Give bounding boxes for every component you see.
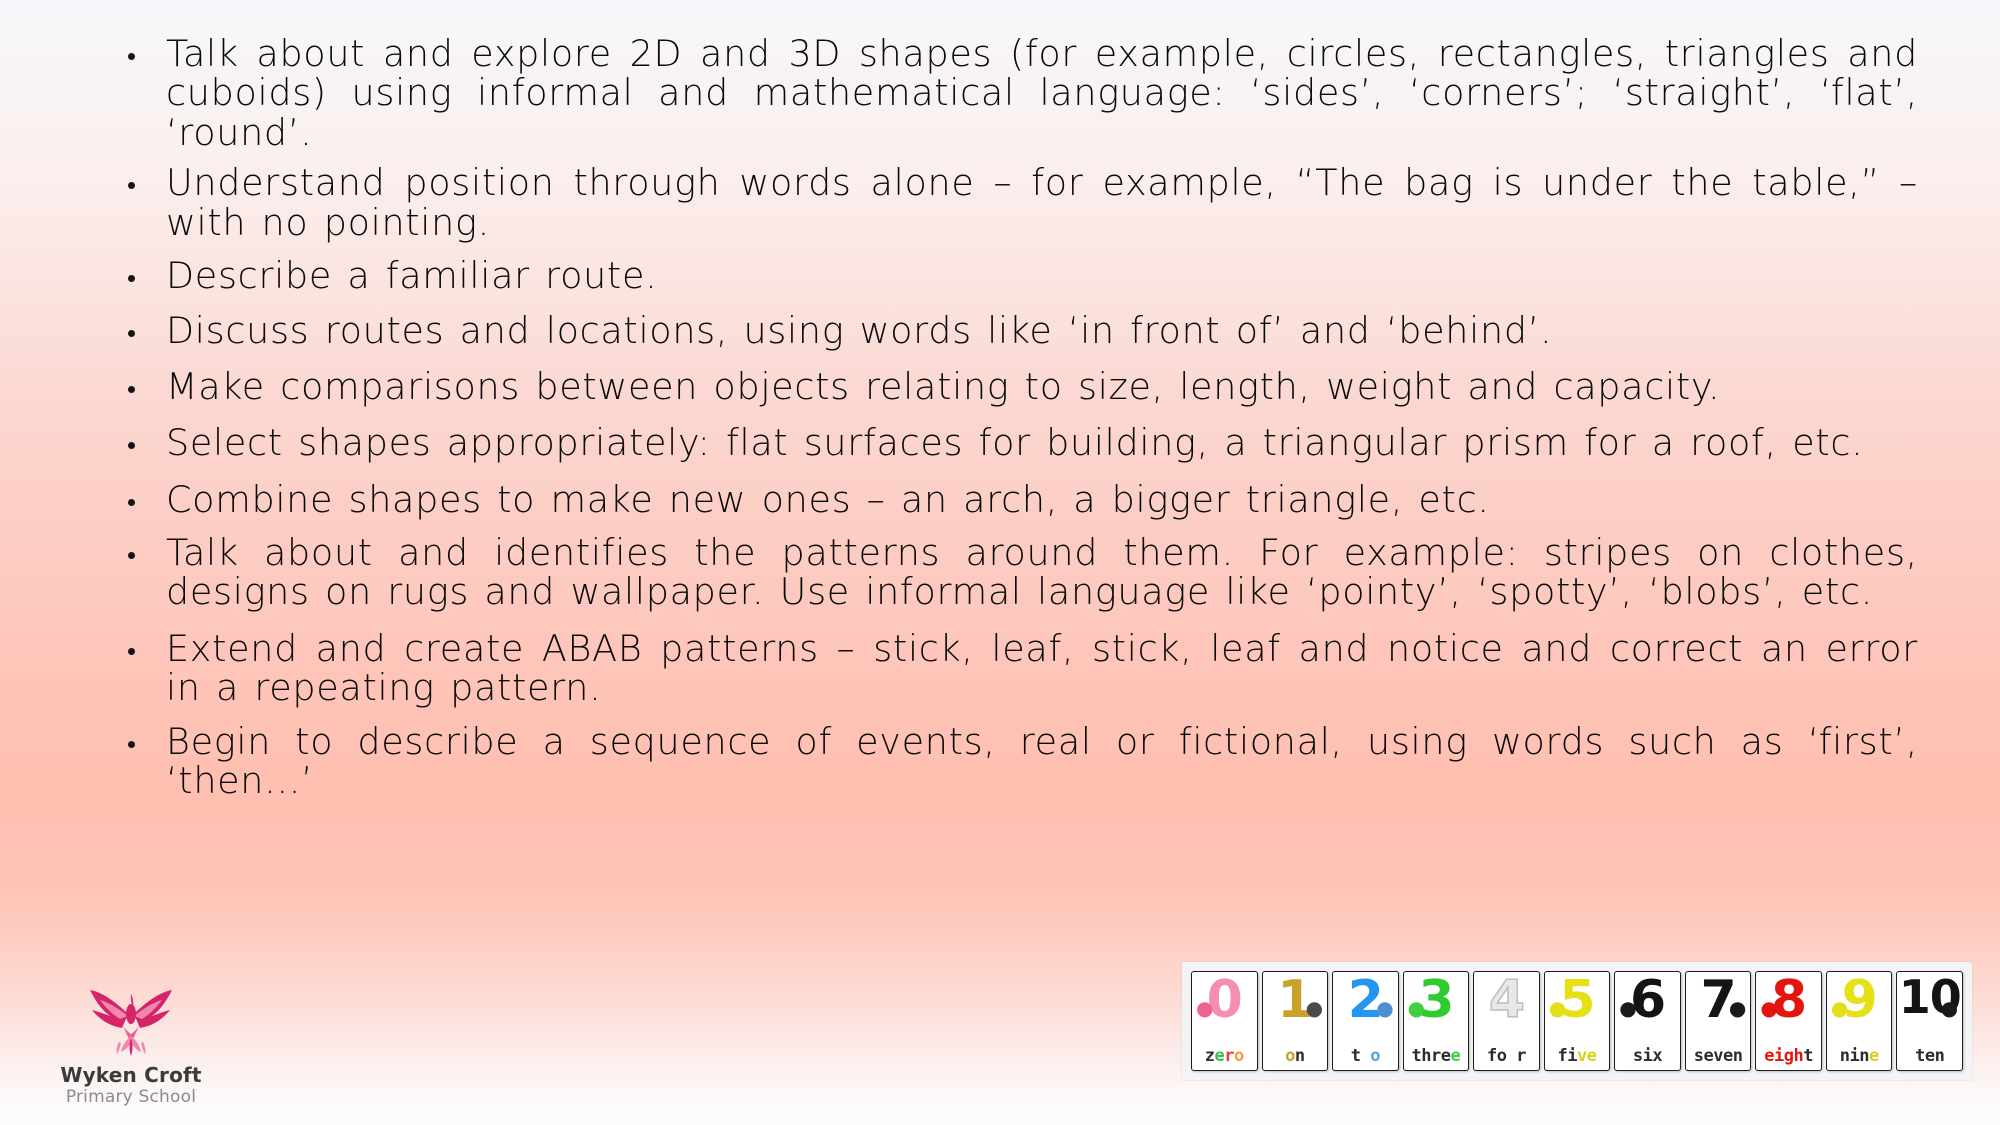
number-card-word: three	[1411, 1046, 1461, 1066]
bullet-dot-icon	[128, 647, 135, 655]
bullet-dot-icon	[128, 498, 135, 506]
number-card: 4 fo r	[1473, 971, 1540, 1071]
number-card-creature-icon: ●	[1548, 996, 1567, 1020]
bullet-dot-icon	[128, 275, 135, 282]
number-card-creature-icon: ●	[1830, 996, 1849, 1020]
list-item: Describe a familiar route.	[118, 256, 1918, 295]
number-card-creature-icon: ●	[1305, 996, 1324, 1020]
slide-canvas: Talk about and explore 2D and 3D shapes …	[0, 0, 2000, 1125]
bullet-dot-icon	[128, 330, 135, 338]
number-card-word: ten	[1915, 1046, 1945, 1066]
number-cards-image: 0 ● zero 1 ● on 2 ● t o 3 ● three 4 fo r 5 ● five 6 ● six 7 ●…	[1182, 962, 1972, 1080]
number-card: 8 ● eight	[1755, 971, 1822, 1071]
number-card-creature-icon: ●	[1619, 996, 1637, 1020]
bullet-list: Talk about and explore 2D and 3D shapes …	[118, 34, 1918, 815]
number-card-word: eight	[1764, 1046, 1814, 1066]
list-item-text: Discuss routes and locations, using word…	[166, 309, 1553, 353]
bullet-dot-icon	[128, 442, 135, 450]
list-item: Talk about and explore 2D and 3D shapes …	[118, 34, 1918, 152]
number-card: 6 ● six	[1614, 971, 1681, 1071]
number-card: 10 ● ten	[1896, 971, 1964, 1071]
number-card-digit: 4	[1488, 971, 1526, 1030]
list-item: Discuss routes and locations, using word…	[118, 309, 1918, 353]
number-card: 1 ● on	[1261, 971, 1329, 1071]
list-item-text: Make comparisons between objects relatin…	[166, 364, 1721, 408]
number-card-creature-icon: ●	[1940, 996, 1959, 1020]
number-card-creature-icon: ●	[1407, 996, 1426, 1020]
number-card-creature-icon: ●	[1760, 996, 1778, 1020]
list-item-text: Combine shapes to make new ones – an arc…	[166, 477, 1490, 521]
list-item: Begin to describe a sequence of events, …	[118, 722, 1918, 801]
bullet-dot-icon	[128, 740, 135, 748]
number-card-word: zero	[1204, 1046, 1244, 1066]
number-card: 2 ● t o	[1332, 971, 1399, 1071]
number-card: 0 ● zero	[1191, 971, 1258, 1071]
number-card-word: six	[1632, 1046, 1663, 1066]
phoenix-bird-icon	[90, 989, 172, 1056]
list-item: Select shapes appropriately: flat surfac…	[118, 421, 1918, 465]
number-card: 7 ● seven	[1684, 971, 1752, 1071]
number-card: 9 ● nine	[1825, 971, 1893, 1071]
list-item: Talk about and identifies the patterns a…	[118, 533, 1918, 612]
school-logo: Wyken Croft Primary School	[36, 980, 226, 1107]
list-item-text: Talk about and explore 2D and 3D shapes …	[166, 32, 1918, 154]
number-card-word: seven	[1693, 1046, 1743, 1066]
bullet-dot-icon	[128, 552, 135, 560]
list-item: Combine shapes to make new ones – an arc…	[118, 477, 1918, 521]
list-item: Understand position through words alone …	[118, 163, 1918, 242]
list-item-text: Talk about and identifies the patterns a…	[166, 531, 1918, 614]
number-card-word: t o	[1350, 1046, 1381, 1066]
list-item-text: Understand position through words alone …	[166, 161, 1918, 244]
school-subtitle: Primary School	[65, 1086, 197, 1107]
school-name: Wyken Croft	[60, 1062, 202, 1087]
bullet-dot-icon	[128, 385, 135, 393]
list-item: Make comparisons between objects relatin…	[118, 364, 1918, 408]
number-card-creature-icon: ●	[1196, 996, 1214, 1020]
number-card-word: nine	[1839, 1046, 1879, 1066]
list-item-text: Begin to describe a sequence of events, …	[166, 719, 1918, 803]
number-card: 3 ● three	[1402, 971, 1470, 1071]
list-item-text: Describe a familiar route.	[166, 254, 658, 298]
number-card-word: on	[1285, 1046, 1305, 1066]
number-card: 5 ● five	[1543, 971, 1611, 1071]
list-item-text: Extend and create ABAB patterns – stick,…	[166, 626, 1918, 710]
bullet-dot-icon	[128, 182, 135, 190]
number-card-word: five	[1557, 1046, 1597, 1066]
number-card-word: fo r	[1486, 1046, 1526, 1066]
list-item-text: Select shapes appropriately: flat surfac…	[166, 421, 1864, 465]
number-card-creature-icon: ●	[1728, 996, 1747, 1020]
number-card-creature-icon: ●	[1376, 996, 1394, 1020]
bullet-dot-icon	[128, 52, 135, 60]
list-item: Extend and create ABAB patterns – stick,…	[118, 629, 1918, 708]
